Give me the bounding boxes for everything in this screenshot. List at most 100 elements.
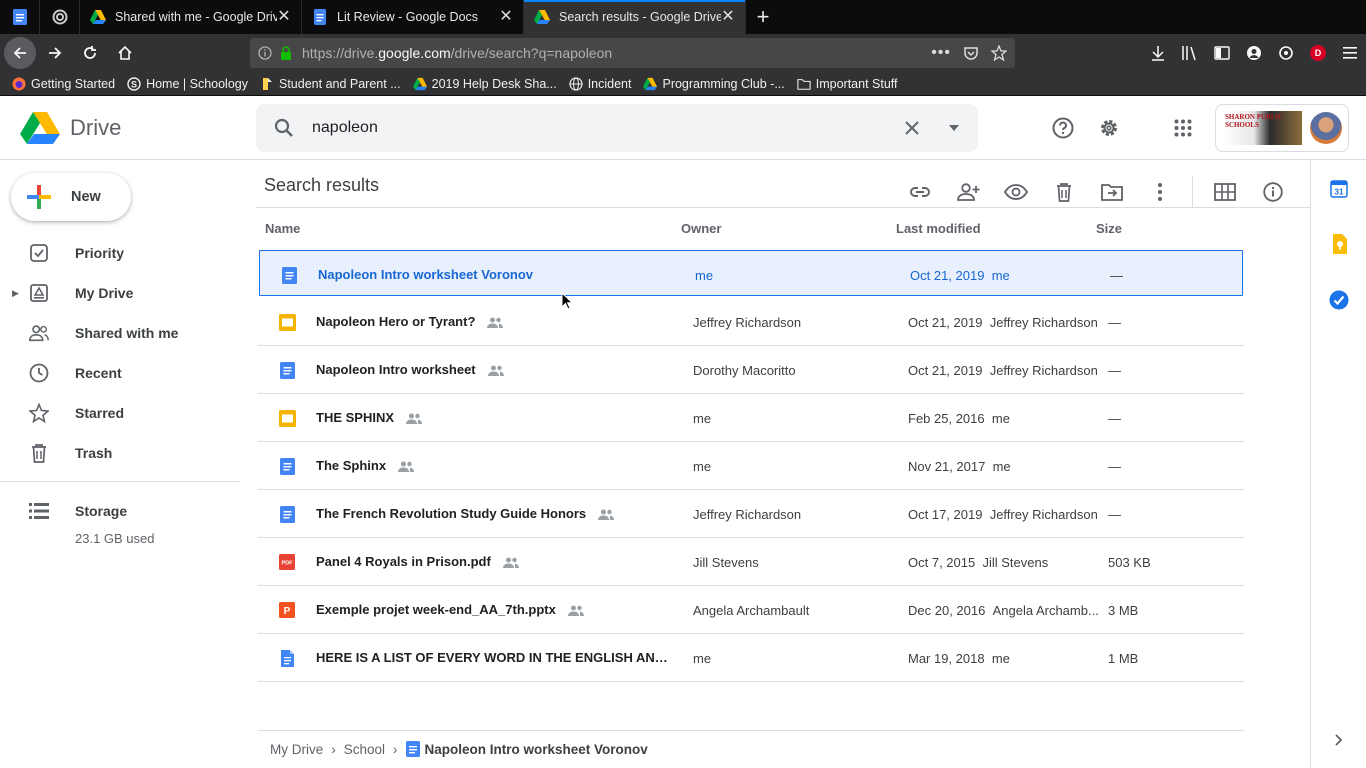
- drive-icon: [90, 10, 106, 24]
- eye-icon: [1004, 184, 1028, 200]
- new-button[interactable]: New: [11, 173, 131, 221]
- tab-search-results[interactable]: Search results - Google Drive ✕: [524, 0, 746, 34]
- table-row[interactable]: PDF Panel 4 Royals in Prison.pdf Jill Stev…: [258, 538, 1244, 586]
- url-bar[interactable]: https://drive.google.com/drive/search?q=…: [250, 38, 1015, 68]
- file-name: The French Revolution Study Guide Honors: [316, 506, 615, 521]
- menu-button[interactable]: [1334, 37, 1366, 69]
- column-header-owner[interactable]: Owner: [681, 221, 721, 236]
- caret-down-icon: [949, 125, 959, 131]
- search-options-button[interactable]: [936, 110, 972, 146]
- table-row[interactable]: Napoleon Intro worksheet Dorothy Macoritt…: [258, 346, 1244, 394]
- page-title: Search results: [264, 175, 380, 195]
- hamburger-icon: [1343, 47, 1357, 59]
- sidebar-item-starred[interactable]: Starred: [0, 393, 240, 433]
- browser-tab-bar: Shared with me - Google Drive ✕ Lit Revi…: [0, 0, 1366, 34]
- search-button[interactable]: [256, 118, 312, 138]
- schoology-icon: S: [127, 76, 141, 91]
- sidebar-toggle-button[interactable]: [1206, 37, 1238, 69]
- profile-button[interactable]: D: [1302, 37, 1334, 69]
- account-button[interactable]: [1238, 37, 1270, 69]
- get-link-button[interactable]: [896, 168, 944, 216]
- breadcrumb-my-drive[interactable]: My Drive: [270, 742, 323, 757]
- close-tab-icon[interactable]: ✕: [499, 9, 513, 25]
- drive-logo[interactable]: Drive: [20, 111, 121, 145]
- apps-button[interactable]: [1167, 112, 1199, 144]
- expand-arrow-icon[interactable]: ▶: [12, 288, 19, 299]
- remove-button[interactable]: [1040, 168, 1088, 216]
- pocket-icon[interactable]: [963, 45, 979, 61]
- close-tab-icon[interactable]: ✕: [721, 9, 735, 25]
- sidebar-item-shared-with-me[interactable]: Shared with me: [0, 313, 240, 353]
- table-row[interactable]: HERE IS A LIST OF EVERY WORD IN THE ENGL…: [258, 634, 1244, 682]
- new-tab-button[interactable]: +: [746, 0, 780, 34]
- back-button[interactable]: [4, 37, 36, 69]
- bookmark-important-stuff[interactable]: Important Stuff: [797, 77, 898, 91]
- close-tab-icon[interactable]: ✕: [277, 9, 291, 25]
- pinned-tab-docs[interactable]: [0, 0, 40, 34]
- clear-search-button[interactable]: [894, 110, 930, 146]
- table-row[interactable]: The Sphinx me Nov 21, 2017 me —: [258, 442, 1244, 490]
- file-size: 1 MB: [1108, 651, 1139, 666]
- keep-addon[interactable]: [1329, 234, 1349, 254]
- bookmark-label: Incident: [587, 76, 632, 91]
- table-row[interactable]: Napoleon Intro worksheet Voronov me Oct 21…: [259, 250, 1243, 296]
- breadcrumb: My Drive › School › Napoleon Intro works…: [270, 741, 648, 757]
- home-button[interactable]: [109, 37, 141, 69]
- table-row[interactable]: The French Revolution Study Guide Honors…: [258, 490, 1244, 538]
- grid-view-button[interactable]: [1201, 168, 1249, 216]
- bookmarks-bar: Getting Started S Home | Schoology Stude…: [0, 72, 1366, 96]
- account-switcher[interactable]: SHARON PUBLIC SCHOOLS: [1215, 104, 1349, 152]
- bookmark-student-parent[interactable]: Student and Parent ...: [260, 77, 401, 91]
- sidebar-item-storage[interactable]: Storage: [0, 491, 240, 531]
- extension-icon: [1279, 46, 1293, 60]
- lock-icon: [281, 46, 291, 60]
- plus-icon: [27, 185, 51, 209]
- tab-shared-with-me[interactable]: Shared with me - Google Drive ✕: [80, 0, 302, 34]
- column-header-name[interactable]: Name: [265, 221, 300, 236]
- file-toolbar: [896, 168, 1297, 216]
- breadcrumb-school[interactable]: School: [344, 742, 385, 757]
- sidebar-item-trash[interactable]: Trash: [0, 433, 240, 473]
- star-bookmark-icon[interactable]: [991, 45, 1007, 61]
- preview-button[interactable]: [992, 168, 1040, 216]
- breadcrumb-current-file[interactable]: Napoleon Intro worksheet Voronov: [405, 741, 648, 757]
- sidebar-item-my-drive[interactable]: ▶ My Drive: [0, 273, 240, 313]
- table-row[interactable]: Napoleon Hero or Tyrant? Jeffrey Richards…: [258, 298, 1244, 346]
- settings-button[interactable]: [1093, 112, 1125, 144]
- move-to-button[interactable]: [1088, 168, 1136, 216]
- table-row[interactable]: P Exemple projet week-end_AA_7th.pptx Ange…: [258, 586, 1244, 634]
- reload-icon: [84, 46, 96, 59]
- expand-panel-button[interactable]: [1329, 730, 1349, 750]
- new-button-label: New: [71, 189, 101, 205]
- page-actions-icon[interactable]: •••: [931, 44, 951, 62]
- file-owner: me: [693, 459, 712, 474]
- bookmark-help-desk[interactable]: 2019 Help Desk Sha...: [412, 77, 557, 91]
- share-button[interactable]: [944, 168, 992, 216]
- column-header-size[interactable]: Size: [1096, 221, 1122, 236]
- search-input[interactable]: [312, 119, 894, 137]
- breadcrumb-current-label: Napoleon Intro worksheet Voronov: [424, 741, 648, 757]
- column-header-last-modified[interactable]: Last modified: [896, 221, 981, 236]
- calendar-addon[interactable]: 31: [1329, 179, 1349, 199]
- downloads-button[interactable]: [1142, 37, 1174, 69]
- file-last-modified: Oct 17, 2019 Jeffrey Richardson: [908, 507, 1098, 522]
- sidebar-item-priority[interactable]: Priority: [0, 233, 240, 273]
- bookmark-programming-club[interactable]: Programming Club -...: [643, 77, 785, 91]
- forward-button[interactable]: [39, 37, 71, 69]
- details-button[interactable]: [1249, 168, 1297, 216]
- sidebar-item-recent[interactable]: Recent: [0, 353, 240, 393]
- more-actions-button[interactable]: [1136, 168, 1184, 216]
- reload-button[interactable]: [74, 37, 106, 69]
- bookmark-incident[interactable]: Incident: [569, 76, 632, 91]
- tab-lit-review[interactable]: Lit Review - Google Docs ✕: [302, 0, 524, 34]
- tasks-addon[interactable]: [1329, 290, 1349, 310]
- pinned-tab-extension[interactable]: [40, 0, 80, 34]
- extension-button[interactable]: [1270, 37, 1302, 69]
- drive-icon: [534, 10, 550, 24]
- file-owner: Jeffrey Richardson: [693, 507, 802, 522]
- library-button[interactable]: [1174, 37, 1206, 69]
- table-row[interactable]: THE SPHINX me Feb 25, 2016 me —: [258, 394, 1244, 442]
- bookmark-getting-started[interactable]: Getting Started: [12, 77, 115, 91]
- support-button[interactable]: [1047, 112, 1079, 144]
- bookmark-schoology[interactable]: S Home | Schoology: [127, 77, 248, 91]
